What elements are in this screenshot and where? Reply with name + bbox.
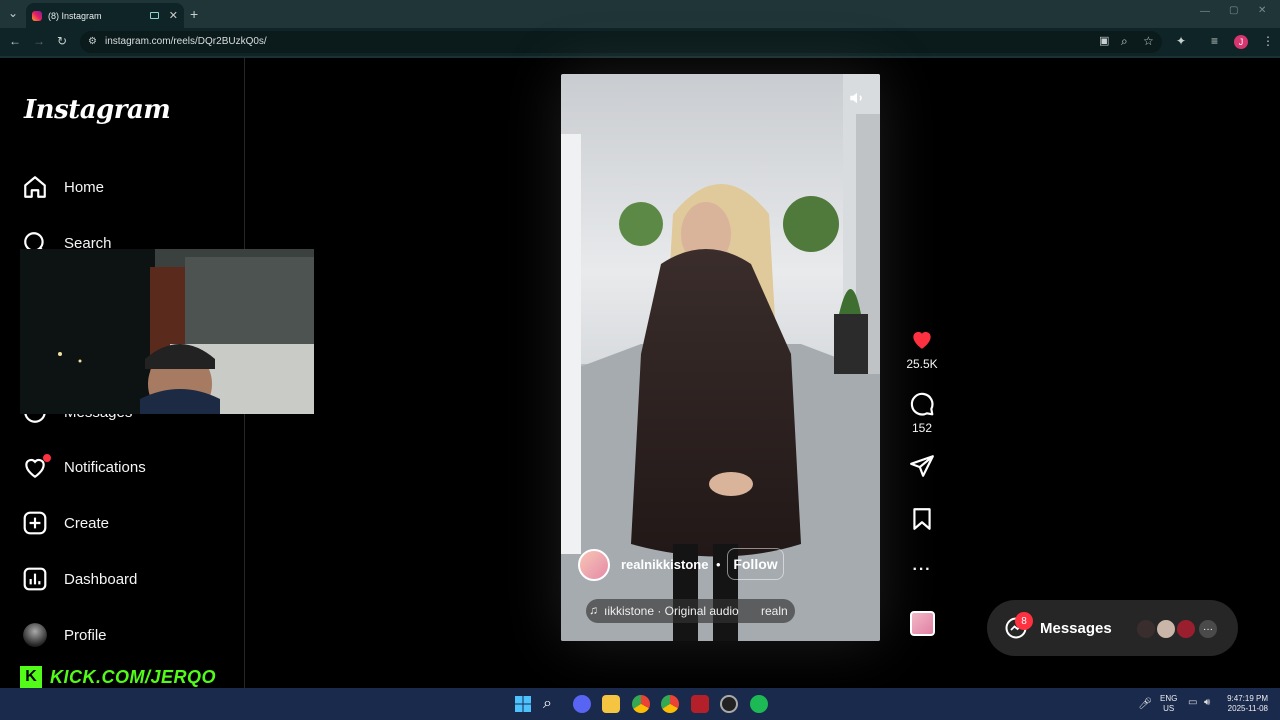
- system-clock[interactable]: 9:47:19 PM 2025-11-08: [1222, 694, 1268, 714]
- sidebar-item-label: Dashboard: [64, 570, 138, 588]
- music-note-icon: ♫: [589, 603, 598, 617]
- lang-bottom: US: [1163, 704, 1175, 713]
- audio-thumbnail[interactable]: [910, 611, 935, 636]
- comment-button[interactable]: [908, 391, 936, 420]
- sidebar-item-label: Notifications: [64, 458, 146, 476]
- new-tab-button[interactable]: +: [190, 7, 198, 21]
- audio-pill[interactable]: ♫ ıikkistone · Original audio realn: [586, 599, 795, 623]
- share-button[interactable]: [909, 453, 935, 482]
- app-icon[interactable]: [691, 695, 709, 713]
- kick-logo-icon: K: [20, 666, 42, 688]
- sidebar-item-label: Create: [64, 514, 110, 532]
- obs-icon[interactable]: [720, 695, 738, 713]
- stream-watermark: K KICK.COM/JERQO: [20, 664, 216, 690]
- sidebar-item-home[interactable]: Home: [22, 172, 104, 202]
- back-icon[interactable]: ←: [9, 35, 21, 47]
- sidebar-item-profile[interactable]: Profile: [22, 620, 107, 650]
- maximize-button[interactable]: ▢: [1229, 6, 1238, 16]
- reel-video-frame: [561, 74, 880, 641]
- mute-toggle[interactable]: [848, 89, 866, 107]
- chrome-icon[interactable]: [632, 695, 650, 713]
- tab-media-icon: [149, 12, 159, 19]
- bookmark-icon: [913, 508, 931, 530]
- instagram-logo[interactable]: Instagram: [24, 95, 171, 125]
- bookmark-star-icon[interactable]: ☆: [1143, 35, 1154, 47]
- zoom-icon[interactable]: ⌕: [1121, 35, 1128, 47]
- reel-video[interactable]: [561, 74, 880, 641]
- menu-kebab-icon[interactable]: ⋮: [1262, 35, 1274, 47]
- audio-text: ıikkistone · Original audio: [604, 604, 739, 618]
- conversation-avatar: [1175, 618, 1197, 640]
- clock-date: 2025-11-08: [1227, 704, 1268, 713]
- conversation-avatar: [1135, 618, 1157, 640]
- home-icon: [24, 176, 46, 198]
- like-button[interactable]: [906, 326, 938, 355]
- tab-title: (8) Instagram: [48, 10, 102, 21]
- send-icon: [910, 455, 934, 477]
- profile-avatar[interactable]: J: [1234, 35, 1248, 49]
- site-info-icon[interactable]: ⚙: [88, 37, 97, 47]
- windows-start-icon[interactable]: [514, 695, 532, 713]
- heart-filled-icon: [913, 331, 931, 349]
- comment-count: 152: [911, 421, 933, 435]
- sidebar-item-notifications[interactable]: Notifications: [22, 452, 146, 482]
- sidebar-item-dashboard[interactable]: Dashboard: [22, 564, 137, 594]
- dashboard-icon: [23, 567, 47, 591]
- messages-pill[interactable]: 8 Messages ···: [987, 600, 1238, 656]
- sidebar-item-create[interactable]: Create: [22, 508, 109, 538]
- messages-badge: 8: [1015, 612, 1033, 630]
- audio-text-trailing: realn: [761, 604, 788, 618]
- url-text[interactable]: instagram.com/reels/DQr2BUzkQ0s/: [105, 36, 267, 47]
- network-icon[interactable]: ▭: [1188, 697, 1197, 708]
- more-conversations-icon: ···: [1197, 618, 1219, 640]
- tab-search-icon[interactable]: ⌄: [8, 7, 18, 19]
- plus-square-icon: [23, 511, 47, 535]
- save-button[interactable]: [909, 506, 935, 535]
- reading-list-icon[interactable]: ≡: [1211, 35, 1218, 47]
- language-indicator[interactable]: ENG US: [1160, 694, 1177, 714]
- avatar-icon: [23, 623, 47, 647]
- author-avatar[interactable]: [578, 549, 610, 581]
- conversation-avatar: [1155, 618, 1177, 640]
- volume-icon[interactable]: 🔊︎: [1204, 697, 1210, 708]
- discord-icon[interactable]: [573, 695, 591, 713]
- author-username[interactable]: realnikkistone: [621, 557, 708, 572]
- notification-dot: [43, 454, 51, 462]
- webcam-feed-image: [20, 249, 314, 414]
- lang-top: ENG: [1160, 694, 1178, 703]
- spotify-icon[interactable]: [750, 695, 768, 713]
- sidebar-item-label: Profile: [64, 626, 107, 644]
- browser-tab[interactable]: (8) Instagram ✕: [26, 3, 184, 28]
- taskbar-search-icon[interactable]: ⌕: [543, 695, 561, 713]
- install-app-icon[interactable]: ▣: [1099, 36, 1109, 47]
- forward-icon[interactable]: →: [33, 35, 45, 47]
- file-explorer-icon[interactable]: [602, 695, 620, 713]
- minimize-button[interactable]: —: [1200, 7, 1210, 17]
- like-count: 25.5K: [906, 357, 938, 371]
- webcam-overlay: [20, 249, 314, 414]
- tab-close-icon[interactable]: ✕: [169, 9, 178, 22]
- more-options-icon[interactable]: ···: [909, 561, 935, 579]
- extensions-icon[interactable]: ✦: [1176, 35, 1186, 47]
- kick-url-text: KICK.COM/JERQO: [50, 666, 217, 687]
- messages-label: Messages: [1040, 620, 1112, 637]
- separator-dot: •: [716, 557, 721, 572]
- comment-icon: [910, 392, 934, 416]
- sidebar-item-label: Home: [64, 178, 105, 196]
- instagram-favicon-icon: [32, 10, 42, 21]
- window-close-button[interactable]: ✕: [1258, 6, 1266, 16]
- follow-button[interactable]: Follow: [727, 548, 784, 580]
- microphone-icon[interactable]: 🎤︎: [1138, 697, 1152, 710]
- reload-icon[interactable]: ↻: [57, 35, 67, 47]
- chrome-profile-icon[interactable]: [661, 695, 679, 713]
- clock-time: 9:47:19 PM: [1227, 694, 1268, 703]
- speaker-icon: [850, 92, 862, 104]
